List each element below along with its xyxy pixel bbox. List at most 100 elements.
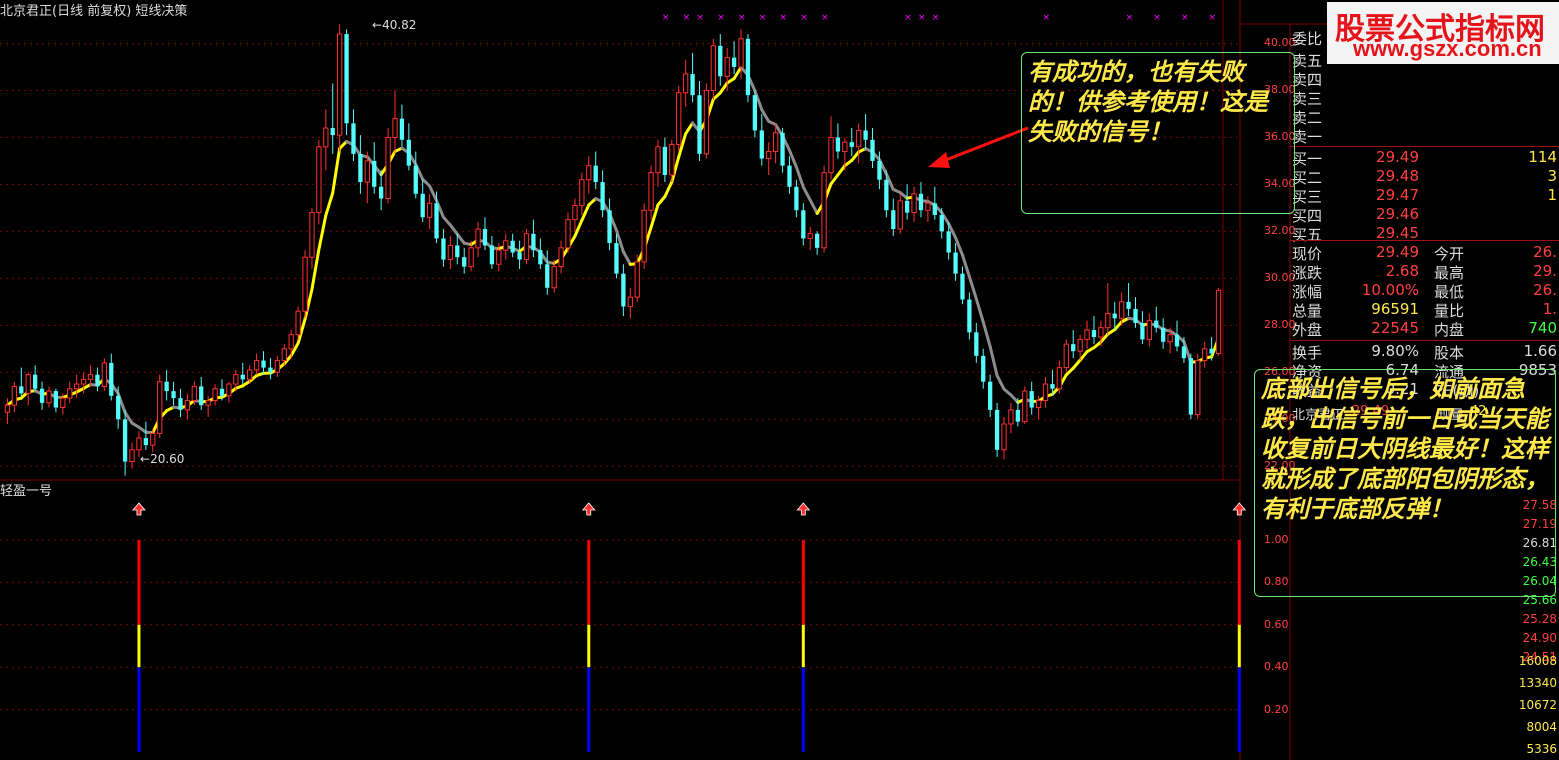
candle-body <box>1112 313 1117 319</box>
candle <box>253 353 260 375</box>
candle-body <box>143 438 149 446</box>
candle <box>627 287 633 319</box>
top-marker: × <box>800 13 808 23</box>
candle-body <box>794 186 799 211</box>
candle <box>4 398 11 424</box>
candle-body <box>870 139 875 161</box>
candle <box>1084 320 1090 349</box>
candle <box>752 90 758 138</box>
candle-body <box>932 203 937 215</box>
candle-body <box>593 165 598 183</box>
candle-body <box>385 136 391 200</box>
ma-segment <box>967 275 978 301</box>
candle <box>614 233 619 279</box>
candle-body <box>164 381 169 392</box>
red-pointer-arrow <box>937 126 1029 165</box>
candle-body <box>731 57 737 67</box>
ma-segment <box>829 173 840 186</box>
stat-value: 29. <box>1533 262 1557 280</box>
candle-body <box>1035 399 1042 409</box>
candle-body <box>545 264 550 288</box>
candle <box>39 381 45 410</box>
candle <box>101 358 107 392</box>
candle-body <box>683 73 689 94</box>
candle <box>372 142 377 194</box>
candle-body <box>648 172 654 211</box>
sell-label: 卖四 <box>1292 71 1323 89</box>
candle-body <box>655 146 661 174</box>
candle <box>918 182 924 218</box>
low-price-label: ←20.60 <box>140 452 185 466</box>
candle-body <box>835 137 841 152</box>
up-arrow-icon <box>796 502 811 516</box>
candle-body <box>39 388 45 403</box>
top-marker: × <box>1209 13 1217 23</box>
ma-segment <box>954 236 964 257</box>
ma-segment <box>621 250 632 266</box>
candle <box>1188 353 1194 420</box>
candle-body <box>1154 320 1159 328</box>
candle-body <box>281 348 287 362</box>
candle-body <box>960 273 965 300</box>
candle <box>579 172 585 215</box>
candle-body <box>420 193 425 218</box>
candle-body <box>253 360 260 371</box>
candle-body <box>849 142 854 147</box>
candle <box>690 52 695 103</box>
candle <box>109 353 114 401</box>
indicator-signal-layer <box>132 502 1247 752</box>
candle <box>538 238 543 269</box>
candle <box>891 198 896 237</box>
candle-body <box>517 252 522 260</box>
candle <box>379 170 384 211</box>
candle-body <box>953 252 958 274</box>
stat-label: 涨幅 <box>1292 283 1323 301</box>
quote-row: 买三 29.47 1 <box>1290 186 1559 206</box>
side-price-tick: 24.90 <box>1522 631 1557 645</box>
candle-body <box>772 132 779 153</box>
candle-body <box>1050 384 1055 389</box>
indicator-tick: 0.20 <box>1264 702 1289 716</box>
candle-body <box>191 385 197 401</box>
candle-body <box>1146 320 1152 340</box>
buy-price: 29.48 <box>1376 167 1419 185</box>
quote-row: 涨幅 10.00% 最低 26. <box>1290 281 1559 301</box>
candle-body <box>67 388 73 399</box>
candle-body <box>815 233 820 248</box>
candle <box>600 170 605 218</box>
candle-body <box>614 243 619 274</box>
candle <box>330 83 335 154</box>
stat-value: 9.80% <box>1371 342 1419 360</box>
candle <box>994 402 1000 457</box>
candle <box>531 219 536 258</box>
candle-body <box>1126 301 1131 309</box>
candle <box>870 128 875 168</box>
candle <box>634 254 640 302</box>
ma-segment <box>787 148 798 169</box>
candle <box>240 362 245 385</box>
candle-body <box>344 34 349 124</box>
candle <box>960 266 965 305</box>
candle <box>856 123 862 164</box>
candle-body <box>856 129 862 148</box>
candle-body <box>351 123 356 154</box>
candle-body <box>482 229 488 246</box>
stat-label: 现价 <box>1292 245 1323 263</box>
candle <box>261 351 266 375</box>
candle <box>1133 297 1138 328</box>
candle <box>475 221 481 258</box>
quote-row: 卖三 <box>1290 88 1559 108</box>
candle <box>517 240 522 269</box>
candle-body <box>600 182 605 211</box>
candle <box>1154 306 1159 333</box>
stat-label: 量比 <box>1434 302 1465 320</box>
ma-segment <box>981 320 992 349</box>
candle <box>863 113 868 150</box>
candle-body <box>1001 423 1007 451</box>
candle <box>67 381 73 403</box>
ma-segment <box>656 195 667 207</box>
top-marker: × <box>738 13 746 23</box>
quote-row: 换手 9.80% 股本 1.66 <box>1290 342 1559 362</box>
candle-body <box>523 233 530 261</box>
candle-body <box>441 238 446 260</box>
